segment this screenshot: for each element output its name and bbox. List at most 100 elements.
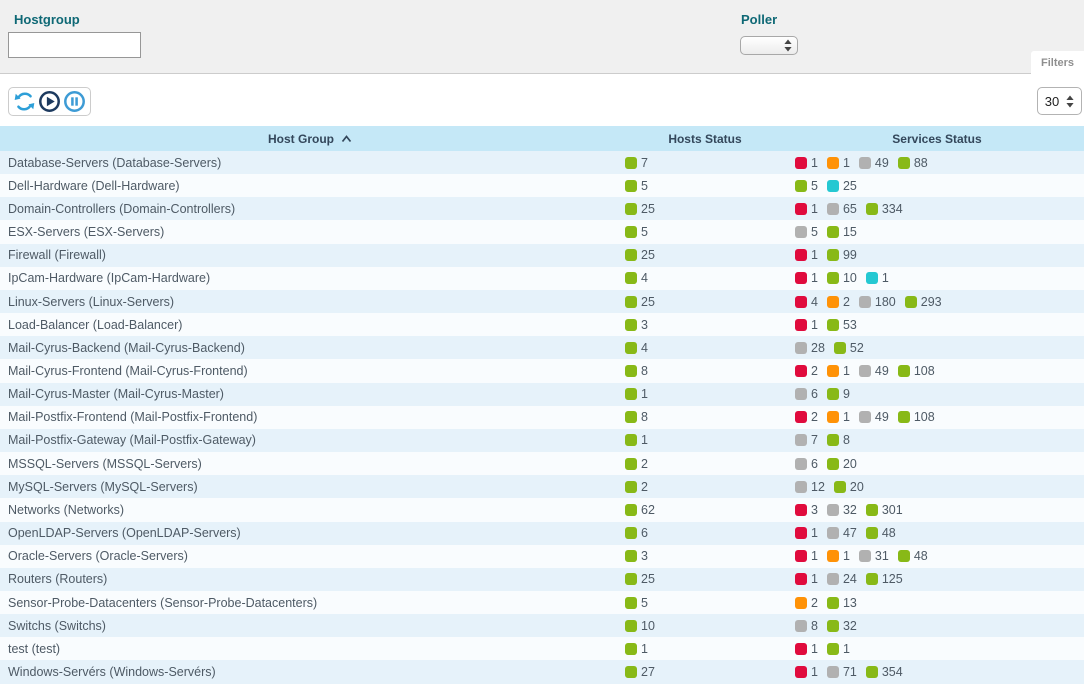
- status-count-ok[interactable]: 293: [905, 295, 942, 309]
- status-count-ok[interactable]: 53: [827, 318, 857, 332]
- status-count-warning[interactable]: 2: [827, 295, 850, 309]
- status-count-ok[interactable]: 108: [898, 410, 935, 424]
- status-count-critical[interactable]: 1: [795, 202, 818, 216]
- status-count-ok[interactable]: 20: [827, 457, 857, 471]
- status-count-ok[interactable]: 5: [625, 225, 648, 239]
- status-count-value: 1: [641, 387, 648, 401]
- status-count-ok[interactable]: 88: [898, 156, 928, 170]
- status-count-critical[interactable]: 1: [795, 318, 818, 332]
- status-count-ok[interactable]: 6: [625, 526, 648, 540]
- status-count-ok[interactable]: 2: [625, 480, 648, 494]
- status-count-pending[interactable]: 1: [866, 271, 889, 285]
- status-count-ok[interactable]: 4: [625, 271, 648, 285]
- status-count-ok[interactable]: 48: [866, 526, 896, 540]
- status-count-unknown[interactable]: 12: [795, 480, 825, 494]
- status-count-ok[interactable]: 5: [625, 179, 648, 193]
- status-count-critical[interactable]: 2: [795, 410, 818, 424]
- status-count-unknown[interactable]: 5: [795, 225, 818, 239]
- column-header-services-status[interactable]: Services Status: [790, 126, 1084, 151]
- status-count-unknown[interactable]: 31: [859, 549, 889, 563]
- status-count-pending[interactable]: 25: [827, 179, 857, 193]
- status-count-warning[interactable]: 2: [795, 596, 818, 610]
- status-count-ok[interactable]: 334: [866, 202, 903, 216]
- services-status-cell: 6 20: [790, 452, 1084, 475]
- status-count-ok[interactable]: 32: [827, 619, 857, 633]
- status-count-ok[interactable]: 10: [625, 619, 655, 633]
- status-count-ok[interactable]: 25: [625, 248, 655, 262]
- status-count-ok[interactable]: 301: [866, 503, 903, 517]
- status-count-ok[interactable]: 15: [827, 225, 857, 239]
- status-count-ok[interactable]: 52: [834, 341, 864, 355]
- status-count-ok[interactable]: 27: [625, 665, 655, 679]
- status-count-critical[interactable]: 3: [795, 503, 818, 517]
- status-count-ok[interactable]: 25: [625, 202, 655, 216]
- status-count-ok[interactable]: 4: [625, 341, 648, 355]
- column-header-host-group[interactable]: Host Group: [0, 126, 620, 151]
- status-count-ok[interactable]: 99: [827, 248, 857, 262]
- status-count-ok[interactable]: 20: [834, 480, 864, 494]
- status-count-ok[interactable]: 5: [795, 179, 818, 193]
- status-count-ok[interactable]: 1: [625, 387, 648, 401]
- status-count-warning[interactable]: 1: [827, 549, 850, 563]
- status-count-unknown[interactable]: 7: [795, 433, 818, 447]
- status-count-ok[interactable]: 8: [625, 410, 648, 424]
- status-count-unknown[interactable]: 71: [827, 665, 857, 679]
- status-count-value: 53: [843, 318, 857, 332]
- status-count-warning[interactable]: 1: [827, 156, 850, 170]
- status-count-critical[interactable]: 2: [795, 364, 818, 378]
- status-count-ok[interactable]: 10: [827, 271, 857, 285]
- status-count-unknown[interactable]: 32: [827, 503, 857, 517]
- poller-select[interactable]: [740, 36, 798, 55]
- status-count-unknown[interactable]: 24: [827, 572, 857, 586]
- status-count-ok[interactable]: 48: [898, 549, 928, 563]
- status-count-critical[interactable]: 1: [795, 642, 818, 656]
- pause-icon[interactable]: [63, 90, 86, 113]
- status-count-ok[interactable]: 354: [866, 665, 903, 679]
- refresh-icon[interactable]: [13, 90, 36, 113]
- status-count-ok[interactable]: 25: [625, 572, 655, 586]
- status-count-ok[interactable]: 5: [625, 596, 648, 610]
- status-count-ok[interactable]: 62: [625, 503, 655, 517]
- status-count-unknown[interactable]: 47: [827, 526, 857, 540]
- hostgroup-input[interactable]: [8, 32, 141, 58]
- status-count-unknown[interactable]: 65: [827, 202, 857, 216]
- status-count-unknown[interactable]: 49: [859, 156, 889, 170]
- status-count-value: 5: [641, 225, 648, 239]
- play-icon[interactable]: [38, 90, 61, 113]
- status-count-ok[interactable]: 1: [827, 642, 850, 656]
- status-count-warning[interactable]: 1: [827, 364, 850, 378]
- status-count-critical[interactable]: 1: [795, 248, 818, 262]
- status-count-unknown[interactable]: 6: [795, 457, 818, 471]
- status-count-critical[interactable]: 1: [795, 549, 818, 563]
- status-count-ok[interactable]: 3: [625, 318, 648, 332]
- status-count-ok[interactable]: 125: [866, 572, 903, 586]
- status-count-ok[interactable]: 1: [625, 433, 648, 447]
- status-count-ok[interactable]: 7: [625, 156, 648, 170]
- status-count-critical[interactable]: 1: [795, 572, 818, 586]
- status-count-unknown[interactable]: 49: [859, 364, 889, 378]
- status-count-ok[interactable]: 8: [625, 364, 648, 378]
- status-count-critical[interactable]: 1: [795, 665, 818, 679]
- status-count-critical[interactable]: 4: [795, 295, 818, 309]
- page-size-select[interactable]: 30: [1037, 87, 1082, 115]
- status-count-critical[interactable]: 1: [795, 271, 818, 285]
- status-count-ok[interactable]: 8: [827, 433, 850, 447]
- status-count-ok[interactable]: 3: [625, 549, 648, 563]
- services-status-cell: 1 99: [790, 244, 1084, 267]
- filters-tab[interactable]: Filters: [1031, 51, 1084, 74]
- status-count-unknown[interactable]: 6: [795, 387, 818, 401]
- status-count-ok[interactable]: 2: [625, 457, 648, 471]
- status-count-ok[interactable]: 25: [625, 295, 655, 309]
- status-count-warning[interactable]: 1: [827, 410, 850, 424]
- status-count-unknown[interactable]: 180: [859, 295, 896, 309]
- status-count-unknown[interactable]: 28: [795, 341, 825, 355]
- status-count-unknown[interactable]: 49: [859, 410, 889, 424]
- status-count-unknown[interactable]: 8: [795, 619, 818, 633]
- status-count-ok[interactable]: 13: [827, 596, 857, 610]
- status-count-ok[interactable]: 9: [827, 387, 850, 401]
- status-count-critical[interactable]: 1: [795, 526, 818, 540]
- status-count-critical[interactable]: 1: [795, 156, 818, 170]
- status-count-ok[interactable]: 108: [898, 364, 935, 378]
- status-count-ok[interactable]: 1: [625, 642, 648, 656]
- column-header-hosts-status[interactable]: Hosts Status: [620, 126, 790, 151]
